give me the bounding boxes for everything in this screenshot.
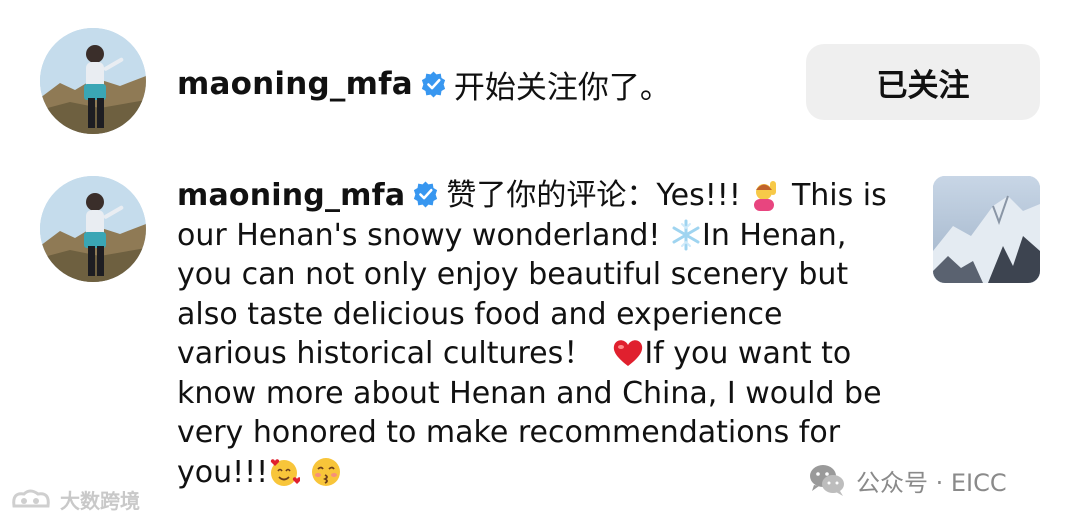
kissing-face-icon [310,456,342,488]
username[interactable]: maoning_mfa [177,66,413,102]
post-thumbnail[interactable] [933,176,1040,283]
wechat-icon [808,463,846,497]
follow-notification: maoning_mfa 开始关注你了。 [177,58,671,110]
smiling-face-with-hearts-icon [268,456,301,488]
red-heart-icon [612,337,644,369]
verified-badge-icon [419,70,448,99]
username[interactable]: maoning_mfa [177,178,405,213]
verified-badge-icon [411,180,440,209]
following-button[interactable]: 已关注 [806,44,1040,120]
avatar[interactable] [40,28,146,134]
avatar[interactable] [40,176,146,282]
watermark-left: 大数跨境 [10,484,140,514]
watermark-text: 大数跨境 [60,488,140,513]
brand-logo-icon [10,486,54,512]
snowflake-icon [670,219,702,251]
watermark-right: 公众号 · EICC [808,460,1007,500]
person-raising-hand-icon [750,179,782,211]
like-comment-notification: maoning_mfa 赞了你的评论：Yes!!! This is our Hen… [177,176,897,492]
comment-text: Yes!!! [656,178,741,213]
watermark-text: 公众号 · EICC [856,468,1007,497]
notification-action: 赞了你的评论： [446,178,657,213]
notification-text: 开始关注你了。 [453,69,671,106]
